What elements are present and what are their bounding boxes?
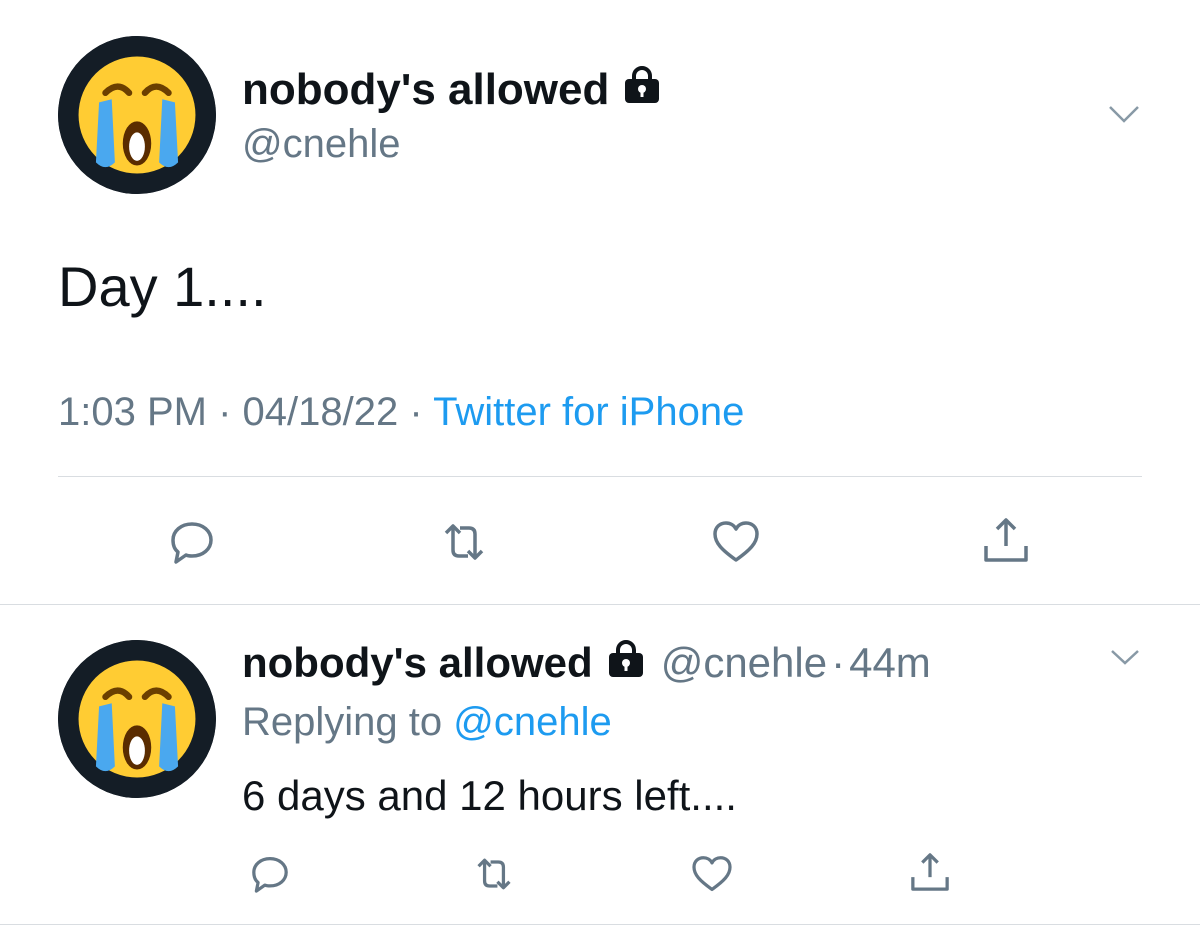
avatar[interactable] (58, 36, 216, 194)
chevron-down-icon[interactable] (1108, 104, 1140, 129)
reply-text: 6 days and 12 hours left.... (242, 772, 737, 819)
display-name-text[interactable]: nobody's allowed (242, 639, 593, 687)
handle[interactable]: @cnehle (242, 122, 400, 167)
avatar[interactable] (58, 640, 216, 798)
retweet-icon (444, 524, 484, 560)
share-icon (911, 853, 949, 891)
tweet-text: Day 1.... (58, 255, 267, 318)
handle[interactable]: @cnehle (661, 639, 827, 687)
divider (58, 476, 1142, 477)
replying-to-link[interactable]: @cnehle (453, 700, 611, 744)
meta-separator: · (218, 390, 232, 434)
like-button[interactable] (684, 848, 740, 900)
like-icon (692, 856, 732, 892)
reply-icon (171, 522, 213, 564)
share-icon (984, 518, 1028, 562)
loudly-crying-face-emoji (58, 640, 216, 798)
retweet-icon (477, 858, 511, 890)
meta-separator: · (409, 390, 423, 434)
reply-header: nobody's allowed @cnehle · 44m (242, 638, 931, 688)
lock-icon (605, 638, 647, 688)
divider (0, 604, 1200, 605)
tweet-meta: 1:03 PM · 04/18/22 · Twitter for iPhone (58, 390, 744, 435)
tweet-age: 44m (849, 639, 931, 686)
display-name-text: nobody's allowed (242, 64, 610, 114)
tweet-time: 1:03 PM (58, 390, 207, 434)
replying-to-prefix: Replying to (242, 700, 443, 744)
share-button[interactable] (902, 846, 958, 898)
chevron-down-icon[interactable] (1110, 648, 1140, 671)
divider (0, 924, 1200, 925)
reply-button[interactable] (242, 848, 298, 900)
replying-to: Replying to @cnehle (242, 700, 612, 745)
tweet-date: 04/18/22 (242, 390, 399, 434)
lock-icon (621, 64, 663, 115)
meta-separator: · (831, 639, 846, 686)
loudly-crying-face-emoji (58, 36, 216, 194)
like-icon (713, 521, 759, 562)
share-button[interactable] (974, 508, 1038, 572)
retweet-button[interactable] (466, 848, 522, 900)
tweet-source-link[interactable]: Twitter for iPhone (433, 390, 744, 434)
retweet-button[interactable] (432, 510, 496, 574)
like-button[interactable] (704, 510, 768, 574)
display-name[interactable]: nobody's allowed (242, 64, 663, 115)
reply-button[interactable] (160, 510, 224, 574)
reply-icon (252, 857, 288, 893)
